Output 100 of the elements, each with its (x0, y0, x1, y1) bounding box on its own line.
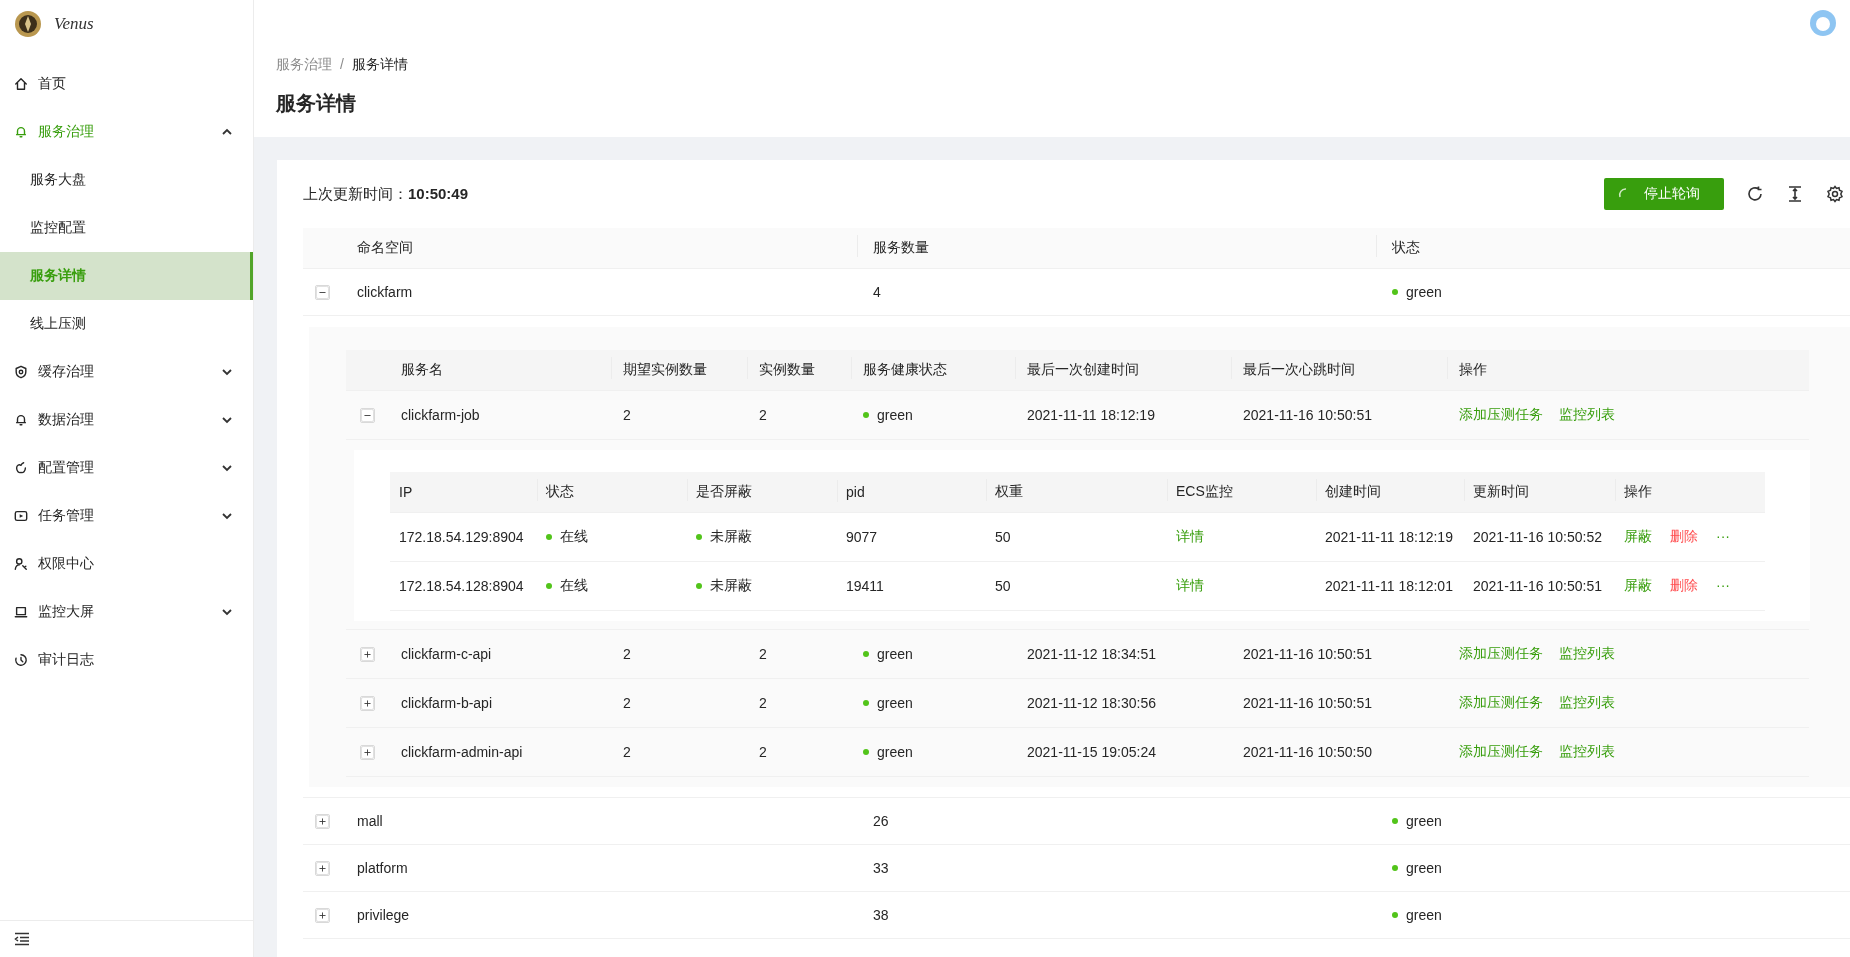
menu-item[interactable]: 线上压测 (0, 300, 253, 348)
action-link[interactable]: 添加压测任务 (1459, 694, 1543, 712)
status-text: green (877, 744, 913, 760)
expand-icon[interactable] (314, 860, 330, 876)
table-cell-text: 50 (994, 529, 1012, 545)
action-link[interactable]: 添加压测任务 (1459, 645, 1543, 663)
status-text: 在线 (560, 577, 588, 595)
action-link[interactable]: 监控列表 (1559, 645, 1615, 663)
table-cell-text: 2 (622, 744, 632, 760)
menu-item[interactable]: 缓存治理 (0, 348, 253, 396)
menu-item[interactable]: 任务管理 (0, 492, 253, 540)
action-link[interactable]: 监控列表 (1559, 694, 1615, 712)
expand-icon[interactable] (360, 646, 375, 662)
menu-item[interactable]: 首页 (0, 60, 253, 108)
table-cell-text: 2021-11-15 19:05:24 (1026, 744, 1157, 760)
expand-icon[interactable] (314, 907, 330, 923)
table-cell-text: platform (356, 860, 409, 876)
status-text: green (877, 646, 913, 662)
bell-icon (14, 413, 28, 427)
details-link[interactable]: 详情 (1176, 577, 1204, 593)
menu-item[interactable]: 服务详情 (0, 252, 253, 300)
menu-item[interactable]: 审计日志 (0, 636, 253, 684)
settings-icon (1826, 185, 1844, 203)
table-cell-text: 2 (622, 695, 632, 711)
menu-item[interactable]: 数据治理 (0, 396, 253, 444)
action-link[interactable]: 添加压测任务 (1459, 743, 1543, 761)
table-cell-text: 4 (872, 284, 882, 300)
collapse-icon[interactable] (314, 284, 330, 300)
table-cell-text: privilege (356, 907, 411, 923)
table-cell-text: 2 (758, 407, 768, 423)
table-cell-text: clickfarm-admin-api (400, 744, 524, 760)
stop-polling-button[interactable]: 停止轮询 (1604, 178, 1724, 210)
table-cell-text: 2021-11-11 18:12:19 (1324, 529, 1454, 545)
action-link[interactable]: 监控列表 (1559, 743, 1615, 761)
menu-item[interactable]: 监控大屏 (0, 588, 253, 636)
menu-item[interactable]: 服务大盘 (0, 156, 253, 204)
table-cell-text: 2021-11-16 10:50:51 (1472, 578, 1603, 594)
play-icon (14, 509, 28, 523)
table-cell-text: 2 (622, 646, 632, 662)
status-text: 未屏蔽 (710, 528, 752, 546)
status-text: green (1406, 907, 1442, 923)
breadcrumb-separator: / (340, 56, 344, 74)
table-cell-text: 2021-11-16 10:50:51 (1242, 407, 1373, 423)
user-key-icon (14, 557, 28, 571)
avatar-icon (1810, 9, 1836, 36)
expand-icon[interactable] (360, 744, 375, 760)
home-icon (14, 77, 28, 91)
breadcrumb-link[interactable]: 服务治理 (276, 56, 332, 74)
table-cell-text: 2 (622, 407, 632, 423)
table-cell-text: 2021-11-12 18:30:56 (1026, 695, 1157, 711)
breadcrumb-current: 服务详情 (351, 56, 408, 74)
table-cell-text: clickfarm (356, 284, 414, 300)
action-link[interactable]: 删除 (1670, 577, 1698, 595)
expand-icon[interactable] (314, 813, 330, 829)
table-cell-text: clickfarm-b-api (400, 695, 493, 711)
refresh-icon (1746, 185, 1764, 203)
apple-icon (14, 461, 28, 475)
table-cell-text: clickfarm-job (400, 407, 481, 423)
table-cell-text: 50 (994, 578, 1012, 594)
table-cell-text: 172.18.54.128:8904 (398, 578, 525, 594)
table-cell-text: 33 (872, 860, 890, 876)
collapse-icon[interactable] (360, 407, 375, 423)
table-cell-text: 2 (758, 695, 768, 711)
action-link[interactable]: 屏蔽 (1624, 528, 1652, 546)
action-link[interactable]: 添加压测任务 (1459, 406, 1543, 424)
table-cell-text: 2021-11-11 18:12:01 (1324, 578, 1454, 594)
table-cell-text: 2021-11-16 10:50:51 (1242, 646, 1373, 662)
table-cell-text: clickfarm-c-api (400, 646, 493, 662)
table-cell-text: mall (356, 813, 384, 829)
more-link[interactable]: ··· (1716, 577, 1730, 595)
column-header: 命名空间 (356, 239, 414, 257)
column-header: 服务名 (400, 361, 444, 379)
menu-item[interactable]: 监控配置 (0, 204, 253, 252)
status-text: 在线 (560, 528, 588, 546)
column-header: IP (398, 484, 414, 500)
status-text: green (1406, 284, 1442, 300)
action-link[interactable]: 屏蔽 (1624, 577, 1652, 595)
menu-item[interactable]: 服务治理 (0, 108, 253, 156)
expand-icon[interactable] (360, 695, 375, 711)
status-text: 未屏蔽 (710, 577, 752, 595)
table-cell-text: 2021-11-16 10:50:52 (1472, 529, 1603, 545)
menu-item[interactable]: 配置管理 (0, 444, 253, 492)
menu-fold-icon (14, 932, 30, 946)
page-title: 服务详情 (276, 91, 357, 116)
action-link[interactable]: 删除 (1670, 528, 1698, 546)
table-cell-text: 2021-11-16 10:50:51 (1242, 695, 1373, 711)
table-cell-text: 38 (872, 907, 890, 923)
table-cell-text: 26 (872, 813, 890, 829)
logo-text: Venus (54, 14, 94, 34)
emblem-icon (14, 10, 42, 38)
column-height-icon (1786, 185, 1804, 203)
history-icon (14, 653, 28, 667)
table-cell-text: 2 (758, 744, 768, 760)
menu-item[interactable]: 权限中心 (0, 540, 253, 588)
details-link[interactable]: 详情 (1176, 528, 1204, 544)
table-cell-text: 2021-11-12 18:34:51 (1026, 646, 1157, 662)
shield-icon (14, 365, 28, 379)
more-link[interactable]: ··· (1716, 528, 1730, 546)
action-link[interactable]: 监控列表 (1559, 406, 1615, 424)
table-cell-text: 9077 (845, 529, 879, 545)
